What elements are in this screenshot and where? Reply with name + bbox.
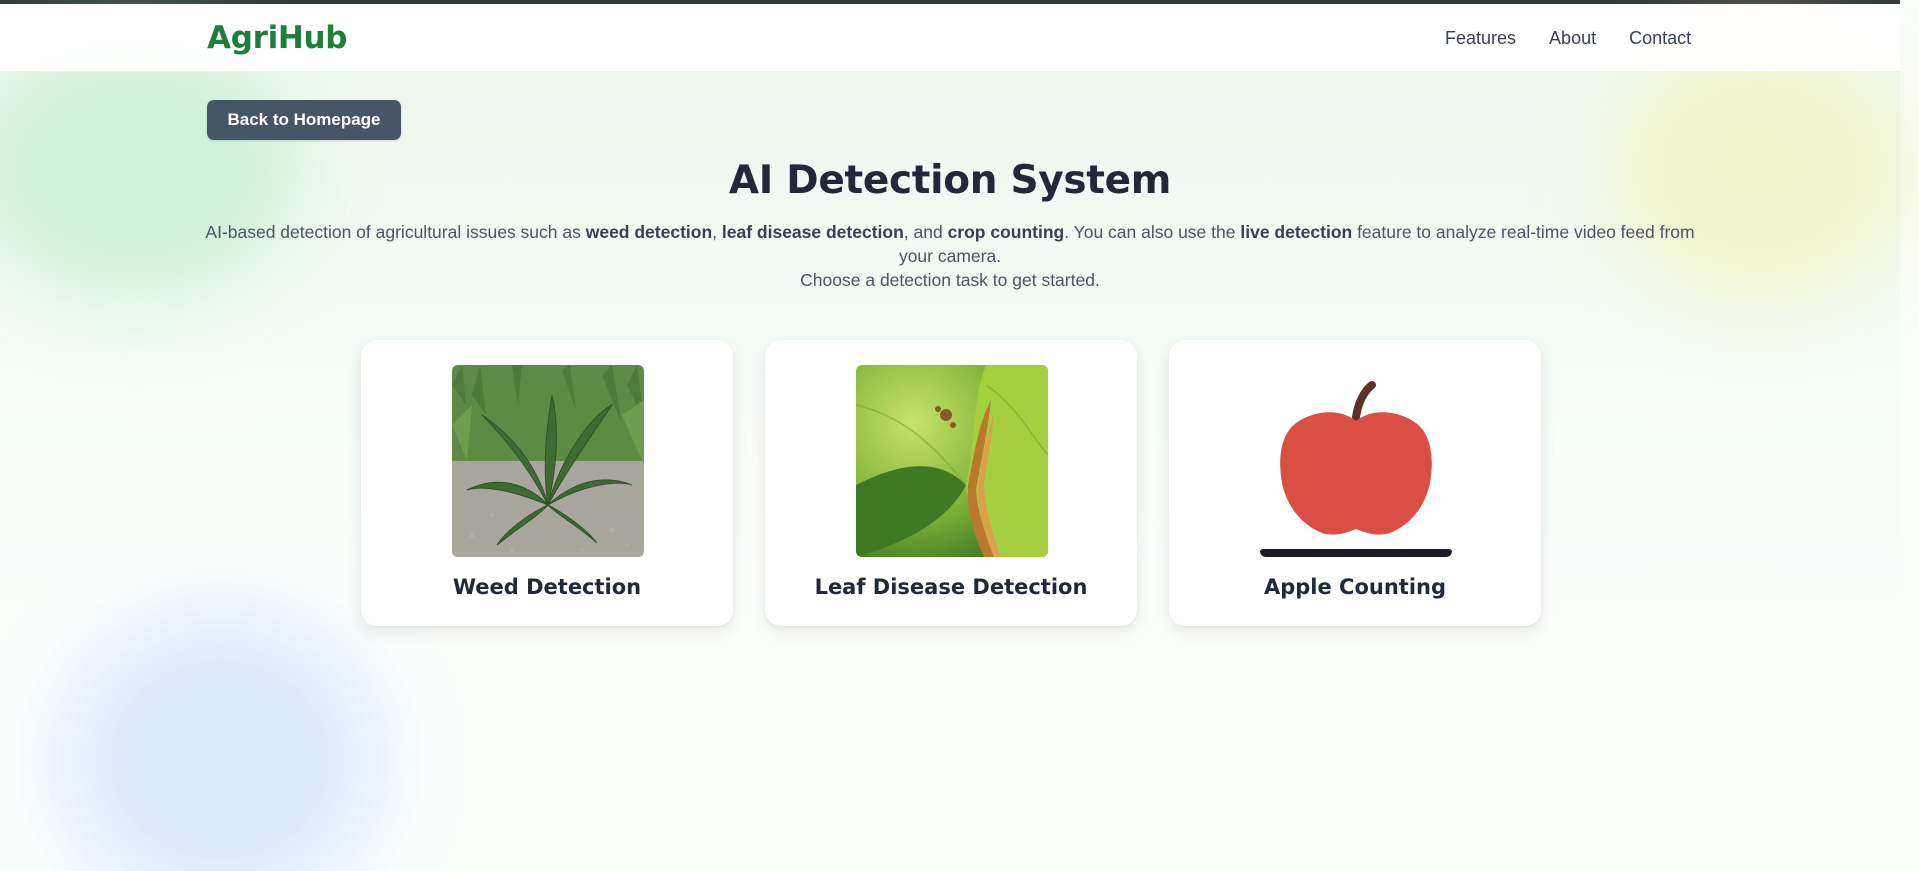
main-nav: Features About Contact: [1445, 28, 1691, 49]
top-navbar: AgriHub Features About Contact: [0, 4, 1900, 72]
desc-middle: . You can also use the: [1064, 222, 1241, 242]
desc-call-to-action: Choose a detection task to get started.: [800, 270, 1100, 290]
desc-separator: ,: [712, 222, 722, 242]
nav-features[interactable]: Features: [1445, 28, 1516, 49]
page-description: AI-based detection of agricultural issue…: [205, 220, 1695, 292]
nav-about[interactable]: About: [1549, 28, 1596, 49]
term-weed-detection: weed detection: [585, 222, 713, 242]
leaf-disease-photo-icon: [856, 365, 1048, 557]
nav-contact[interactable]: Contact: [1629, 28, 1691, 49]
desc-separator: , and: [903, 222, 948, 242]
decor-blob-blue: [60, 610, 380, 871]
term-live-detection: live detection: [1240, 222, 1353, 242]
card-apple-counting[interactable]: Apple Counting: [1169, 340, 1541, 626]
desc-intro: AI-based detection of agricultural issue…: [205, 222, 586, 242]
card-label: Leaf Disease Detection: [814, 575, 1088, 599]
card-label: Apple Counting: [1263, 575, 1447, 599]
brand-logo[interactable]: AgriHub: [207, 20, 348, 56]
page-title: AI Detection System: [728, 158, 1172, 203]
apple-icon: [1260, 365, 1452, 557]
card-leaf-disease-detection[interactable]: Leaf Disease Detection: [765, 340, 1137, 626]
term-crop-counting: crop counting: [947, 222, 1065, 242]
card-weed-detection[interactable]: Weed Detection: [361, 340, 733, 626]
term-leaf-disease-detection: leaf disease detection: [721, 222, 904, 242]
back-to-homepage-button[interactable]: Back to Homepage: [207, 100, 401, 140]
weed-photo-icon: [452, 365, 644, 557]
card-label: Weed Detection: [452, 575, 642, 599]
